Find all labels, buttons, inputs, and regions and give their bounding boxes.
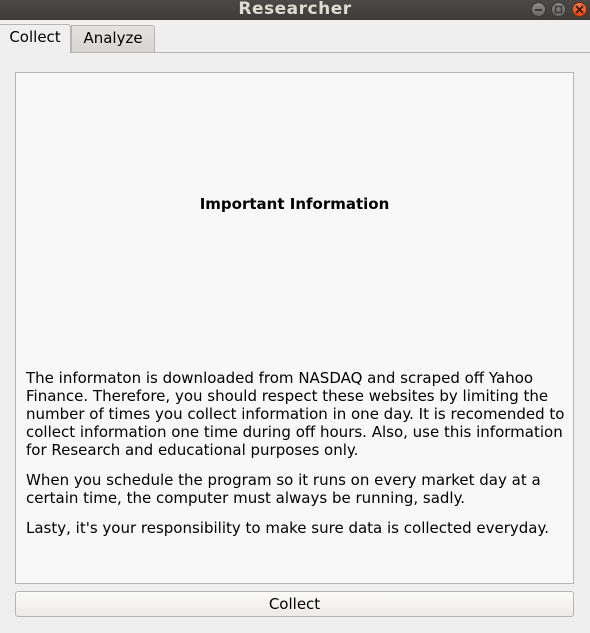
info-paragraph-source: The informaton is downloaded from NASDAQ… [26,369,565,459]
important-information-heading: Important Information [199,195,390,213]
tab-divider [0,52,590,53]
title-bar[interactable]: Researcher [0,0,590,20]
tab-analyze[interactable]: Analyze [71,25,155,52]
window-title: Researcher [238,0,352,19]
maximize-icon [554,5,563,14]
information-panel: Important Information The informaton is … [15,72,574,584]
close-button[interactable] [572,2,587,17]
minimize-button[interactable] [531,2,546,17]
close-icon [575,5,584,14]
info-paragraph-responsibility: Lasty, it's your responsibility to make … [26,519,550,537]
collect-button[interactable]: Collect [15,591,574,617]
minimize-icon [535,9,542,11]
info-paragraph-schedule: When you schedule the program so it runs… [26,471,541,507]
tab-collect[interactable]: Collect [0,24,71,53]
tab-bar: Collect Analyze [0,20,590,53]
app-window: Researcher Collect Analyze Important Inf… [0,0,590,633]
maximize-button[interactable] [551,2,566,17]
